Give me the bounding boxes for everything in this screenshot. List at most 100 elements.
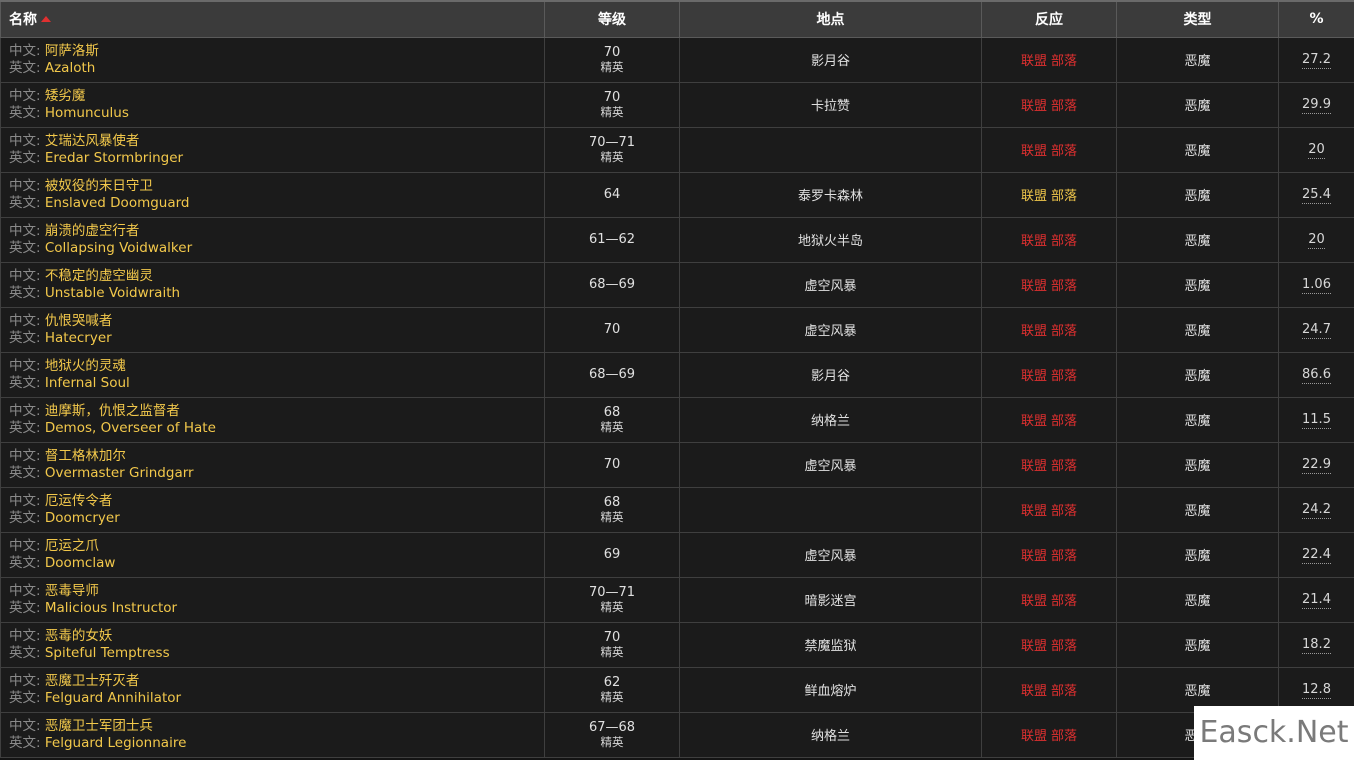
npc-name-chinese-link[interactable]: 恶毒导师 bbox=[45, 583, 99, 599]
column-header-type[interactable]: 类型 bbox=[1116, 0, 1279, 38]
npc-name-chinese-link[interactable]: 矮劣魔 bbox=[45, 88, 86, 104]
reaction-alliance: 联盟 bbox=[1020, 234, 1047, 249]
location-link[interactable]: 禁魔监狱 bbox=[804, 639, 856, 654]
npc-name-english-link[interactable]: Felguard Annihilator bbox=[45, 690, 181, 706]
sort-ascending-icon[interactable] bbox=[41, 16, 51, 23]
table-row: 中文: 艾瑞达风暴使者 英文: Eredar Stormbringer 70—71 精… bbox=[0, 126, 1354, 173]
npc-name-english-link[interactable]: Demos, Overseer of Hate bbox=[45, 420, 216, 436]
cell-reaction: 联盟 部落 bbox=[981, 351, 1117, 398]
location-link[interactable]: 泰罗卡森林 bbox=[798, 189, 863, 204]
npc-name-english-link[interactable]: Doomclaw bbox=[45, 555, 116, 571]
type-value: 恶魔 bbox=[1184, 324, 1211, 339]
location-link[interactable]: 影月谷 bbox=[811, 54, 850, 69]
table-row: 中文: 督工格林加尔 英文: Overmaster Grindgarr 70 虚空风暴… bbox=[0, 441, 1354, 488]
cell-percent: 18.2 bbox=[1278, 621, 1354, 668]
npc-name-chinese-link[interactable]: 被奴役的末日守卫 bbox=[45, 178, 153, 194]
npc-name-chinese-link[interactable]: 阿萨洛斯 bbox=[45, 43, 99, 59]
cell-type: 恶魔 bbox=[1116, 81, 1279, 128]
reaction-alliance: 联盟 bbox=[1020, 369, 1047, 384]
reaction-alliance: 联盟 bbox=[1020, 414, 1047, 429]
npc-name-english-link[interactable]: Hatecryer bbox=[45, 330, 112, 346]
cell-level: 62 精英 bbox=[544, 666, 680, 713]
level-value: 68 bbox=[603, 494, 621, 510]
reaction-horde: 部落 bbox=[1051, 549, 1078, 564]
column-header-percent[interactable]: % bbox=[1278, 0, 1354, 38]
location-link[interactable]: 影月谷 bbox=[811, 369, 850, 384]
npc-name-english-link[interactable]: Unstable Voidwraith bbox=[45, 285, 180, 301]
column-header-level[interactable]: 等级 bbox=[544, 0, 680, 38]
npc-name-chinese-link[interactable]: 不稳定的虚空幽灵 bbox=[45, 268, 153, 284]
npc-name-chinese-link[interactable]: 恶毒的女妖 bbox=[45, 628, 113, 644]
reaction-horde: 部落 bbox=[1051, 459, 1078, 474]
npc-name-english-link[interactable]: Homunculus bbox=[45, 105, 129, 121]
cell-level: 68 精英 bbox=[544, 486, 680, 533]
npc-name-english-link[interactable]: Infernal Soul bbox=[45, 375, 130, 391]
npc-name-english-link[interactable]: Overmaster Grindgarr bbox=[45, 465, 194, 481]
npc-name-chinese-link[interactable]: 厄运传令者 bbox=[45, 493, 113, 509]
cell-level: 64 bbox=[544, 171, 680, 218]
npc-name-chinese-link[interactable]: 迪摩斯，仇恨之监督者 bbox=[45, 403, 180, 419]
column-header-location[interactable]: 地点 bbox=[679, 0, 982, 38]
npc-name-chinese-link[interactable]: 仇恨哭喊者 bbox=[45, 313, 113, 329]
location-link[interactable]: 卡拉赞 bbox=[811, 99, 850, 114]
npc-name-english-link[interactable]: Malicious Instructor bbox=[45, 600, 177, 616]
location-link[interactable]: 纳格兰 bbox=[811, 729, 850, 744]
location-link[interactable]: 虚空风暴 bbox=[804, 279, 856, 294]
npc-name-english-link[interactable]: Enslaved Doomguard bbox=[45, 195, 190, 211]
cell-percent: 25.4 bbox=[1278, 171, 1354, 218]
npc-name-chinese-link[interactable]: 督工格林加尔 bbox=[45, 448, 126, 464]
npc-name-english-link[interactable]: Felguard Legionnaire bbox=[45, 735, 187, 751]
reaction-alliance: 联盟 bbox=[1020, 189, 1047, 204]
npc-name-english-link[interactable]: Spiteful Temptress bbox=[45, 645, 170, 661]
column-header-percent-label: % bbox=[1309, 11, 1324, 28]
npc-name-english-link[interactable]: Azaloth bbox=[45, 60, 95, 76]
npc-name-english-link[interactable]: Doomcryer bbox=[45, 510, 120, 526]
column-header-name[interactable]: 名称 bbox=[0, 0, 545, 38]
label-english: 英文: bbox=[9, 239, 41, 256]
table-row: 中文: 恶魔卫士军团士兵 英文: Felguard Legionnaire 67—6… bbox=[0, 711, 1354, 758]
location-link[interactable]: 鲜血熔炉 bbox=[804, 684, 856, 699]
table-row: 中文: 阿萨洛斯 英文: Azaloth 70 精英 影月谷 联盟 部落 恶魔 27.2 bbox=[0, 36, 1354, 83]
cell-location: 影月谷 bbox=[679, 351, 982, 398]
location-link[interactable]: 地狱火半岛 bbox=[798, 234, 863, 249]
location-link[interactable]: 虚空风暴 bbox=[804, 324, 856, 339]
npc-name-chinese-link[interactable]: 崩溃的虚空行者 bbox=[45, 223, 140, 239]
percent-value: 12.8 bbox=[1302, 682, 1331, 699]
reaction-horde: 部落 bbox=[1051, 594, 1078, 609]
npc-name-english-link[interactable]: Collapsing Voidwalker bbox=[45, 240, 192, 256]
npc-name-chinese-link[interactable]: 艾瑞达风暴使者 bbox=[45, 133, 140, 149]
label-chinese: 中文: bbox=[9, 132, 41, 149]
label-chinese: 中文: bbox=[9, 312, 41, 329]
cell-type: 恶魔 bbox=[1116, 486, 1279, 533]
cell-percent: 20 bbox=[1278, 216, 1354, 263]
npc-name-chinese-link[interactable]: 厄运之爪 bbox=[45, 538, 99, 554]
label-chinese: 中文: bbox=[9, 267, 41, 284]
cell-type: 恶魔 bbox=[1116, 396, 1279, 443]
reaction-horde: 部落 bbox=[1051, 369, 1078, 384]
type-value: 恶魔 bbox=[1184, 504, 1211, 519]
column-header-reaction[interactable]: 反应 bbox=[981, 0, 1117, 38]
cell-type: 恶魔 bbox=[1116, 531, 1279, 578]
label-chinese: 中文: bbox=[9, 447, 41, 464]
npc-name-chinese-link[interactable]: 恶魔卫士军团士兵 bbox=[45, 718, 153, 734]
npc-name-chinese-link[interactable]: 恶魔卫士歼灭者 bbox=[45, 673, 140, 689]
column-header-type-label: 类型 bbox=[1183, 12, 1212, 29]
location-link[interactable]: 虚空风暴 bbox=[804, 459, 856, 474]
cell-name: 中文: 恶毒的女妖 英文: Spiteful Temptress bbox=[0, 621, 545, 668]
cell-name: 中文: 仇恨哭喊者 英文: Hatecryer bbox=[0, 306, 545, 353]
cell-location: 纳格兰 bbox=[679, 711, 982, 758]
level-value: 70 bbox=[603, 322, 621, 337]
percent-value: 11.5 bbox=[1302, 412, 1331, 429]
cell-reaction: 联盟 部落 bbox=[981, 396, 1117, 443]
cell-level: 70 精英 bbox=[544, 36, 680, 83]
npc-name-english-link[interactable]: Eredar Stormbringer bbox=[45, 150, 183, 166]
cell-percent: 22.4 bbox=[1278, 531, 1354, 578]
location-link[interactable]: 虚空风暴 bbox=[804, 549, 856, 564]
location-link[interactable]: 纳格兰 bbox=[811, 414, 850, 429]
label-english: 英文: bbox=[9, 554, 41, 571]
elite-badge: 精英 bbox=[600, 149, 624, 164]
location-link[interactable]: 暗影迷宫 bbox=[804, 594, 856, 609]
npc-name-chinese-link[interactable]: 地狱火的灵魂 bbox=[45, 358, 126, 374]
elite-badge: 精英 bbox=[600, 104, 624, 119]
label-english: 英文: bbox=[9, 419, 41, 436]
